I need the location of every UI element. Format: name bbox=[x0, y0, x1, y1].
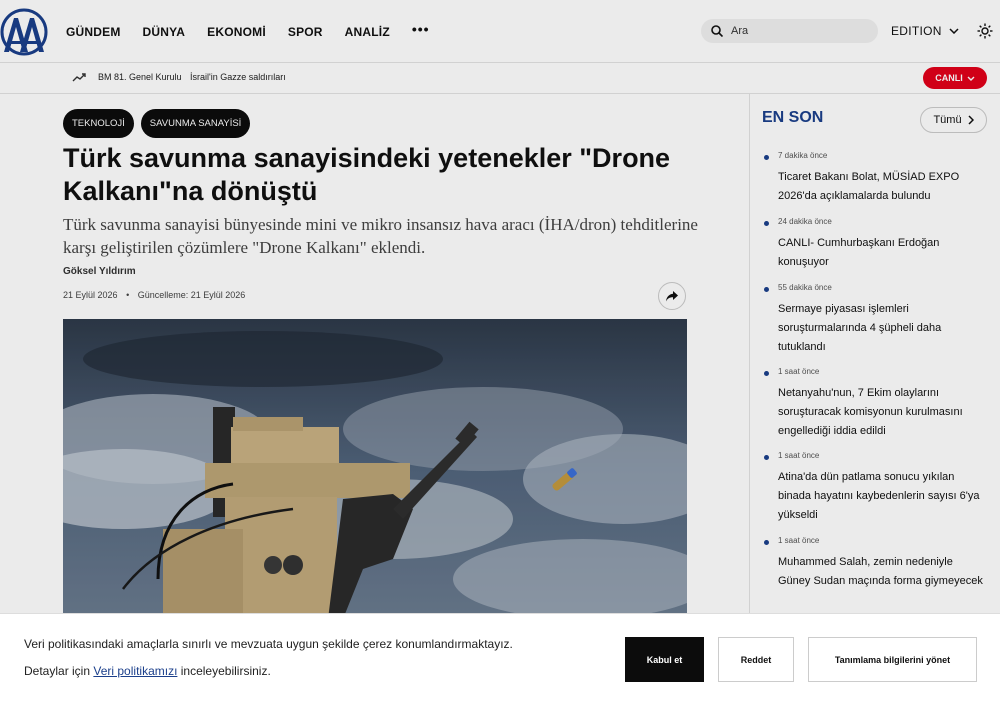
manage-cookies-button[interactable]: Tanımlama bilgilerini yönet bbox=[808, 637, 977, 682]
cookie-banner: Veri politikasındaki amaçlarla sınırlı v… bbox=[0, 613, 1000, 703]
accept-cookies-button[interactable]: Kabul et bbox=[625, 637, 704, 682]
cookie-details-prefix: Detaylar için bbox=[24, 664, 91, 678]
cookie-text: Veri politikasındaki amaçlarla sınırlı v… bbox=[24, 637, 513, 651]
cookie-details-suffix: inceleyebilirsiniz. bbox=[180, 664, 271, 678]
cookie-details: Detaylar için Veri politikamızı inceleye… bbox=[24, 664, 271, 678]
page-dim-overlay bbox=[0, 0, 1000, 613]
privacy-policy-link[interactable]: Veri politikamızı bbox=[93, 664, 177, 678]
reject-cookies-button[interactable]: Reddet bbox=[718, 637, 794, 682]
